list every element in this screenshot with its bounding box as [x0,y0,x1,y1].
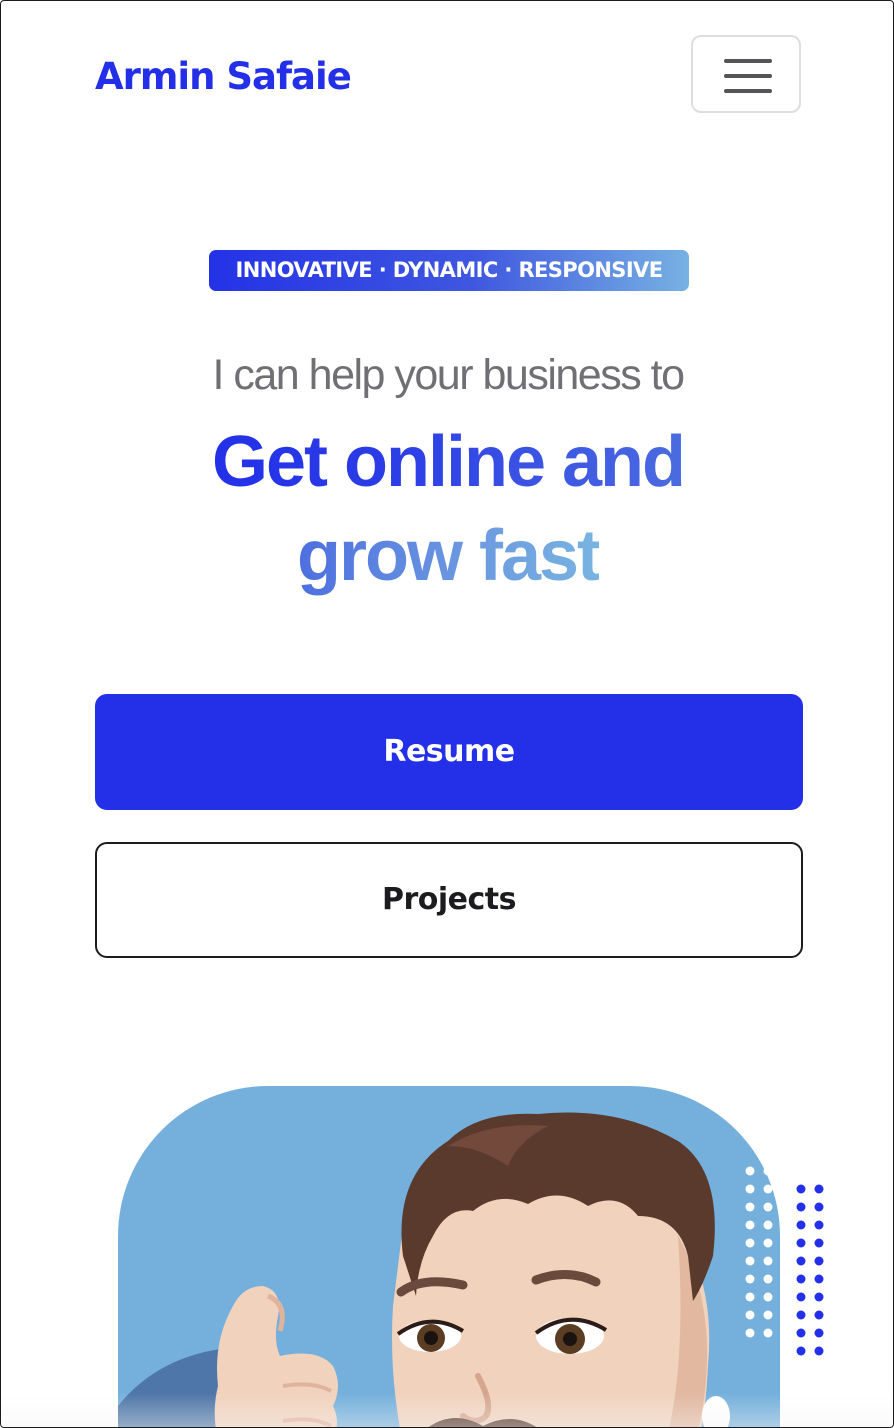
avatar-card [118,1086,780,1427]
headline-line-2: grow fast [297,509,601,603]
thumbs-up-hand [214,1286,338,1427]
hero-headline: Get online and grow fast [1,415,893,603]
blue-dot-pattern [796,1184,824,1356]
menu-button[interactable] [691,35,801,113]
menu-bar [724,89,772,93]
headline-line-1: Get online and [212,415,686,509]
memoji-thumbs-up-avatar [118,1112,730,1427]
white-dot-pattern [745,1166,773,1338]
menu-bar [724,74,772,78]
page-frame: Armin Safaie INNOVATIVE · DYNAMIC · RESP… [0,0,894,1428]
menu-bar [724,59,772,63]
brand-logo[interactable]: Armin Safaie [95,53,352,101]
projects-button[interactable]: Projects [95,842,803,958]
hero-subheading: I can help your business to [212,351,685,399]
tagline-badge: INNOVATIVE · DYNAMIC · RESPONSIVE [209,250,689,291]
resume-button[interactable]: Resume [95,694,803,810]
